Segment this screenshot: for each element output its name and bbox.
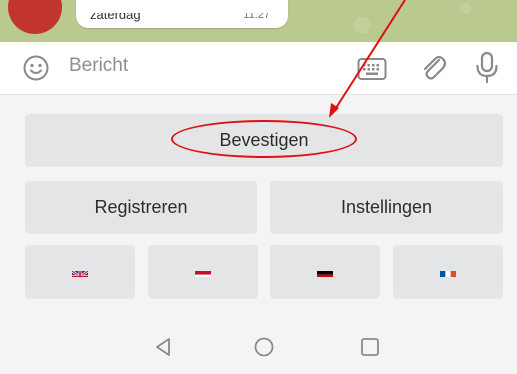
bot-reply-keyboard: Bevestigen Registreren Instellingen: [0, 95, 517, 319]
recents-icon[interactable]: [356, 333, 384, 361]
uk-flag-icon: [72, 266, 88, 277]
microphone-icon[interactable]: [474, 51, 500, 85]
language-button-german[interactable]: [270, 245, 380, 298]
home-icon[interactable]: [250, 333, 278, 361]
message-input-bar: Bericht: [0, 42, 517, 95]
message-bubble[interactable]: zaterdag 11:27: [76, 0, 288, 28]
confirm-button[interactable]: Bevestigen: [25, 114, 503, 166]
message-text: zaterdag: [90, 13, 141, 22]
language-button-dutch[interactable]: [148, 245, 258, 298]
chat-background: zaterdag 11:27: [0, 0, 517, 42]
netherlands-flag-icon: [195, 266, 211, 277]
language-button-french[interactable]: [393, 245, 503, 298]
system-navigation-bar: [0, 319, 517, 374]
keyboard-icon[interactable]: [357, 56, 387, 82]
france-flag-icon: [440, 266, 456, 277]
back-icon[interactable]: [149, 333, 177, 361]
register-button[interactable]: Registreren: [25, 181, 257, 233]
settings-button[interactable]: Instellingen: [270, 181, 503, 233]
emoji-icon[interactable]: [22, 54, 50, 82]
message-time: 11:27: [243, 13, 270, 21]
message-input[interactable]: Bericht: [69, 55, 128, 77]
language-button-english[interactable]: [25, 245, 135, 298]
paperclip-icon[interactable]: [418, 52, 448, 84]
germany-flag-icon: [317, 266, 333, 277]
